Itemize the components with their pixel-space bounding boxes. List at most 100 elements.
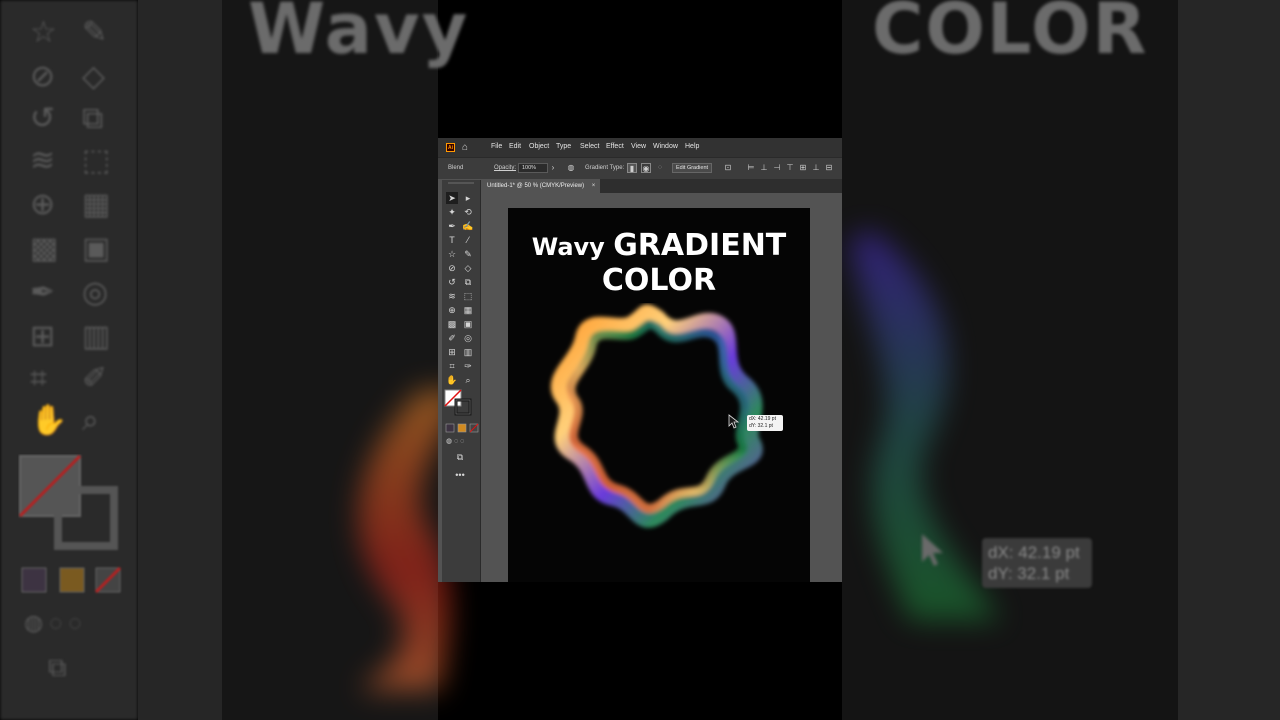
scale-tool-icon[interactable]: ⧉	[462, 276, 474, 288]
bg-panel-right	[1178, 0, 1280, 720]
bg-word-right: COLOR	[872, 0, 1149, 70]
opacity-field[interactable]: 100%	[518, 163, 548, 173]
bg-rotate-icon: ↺	[30, 102, 56, 135]
blob-brush-icon[interactable]: ⊘	[446, 262, 458, 274]
bg-perspective-icon: ▦	[82, 188, 111, 221]
home-icon[interactable]: ⌂	[462, 142, 473, 153]
bg-fill-stroke-icon	[18, 454, 118, 550]
magic-wand-icon[interactable]: ✦	[446, 206, 458, 218]
panel-grip[interactable]	[448, 182, 474, 184]
bg-brush-icon: ✎	[82, 16, 108, 49]
readout-dx: dX: 42.19 pt	[749, 416, 776, 422]
blend-tool-icon[interactable]: ◎	[462, 332, 474, 344]
more-tools-icon[interactable]: •••	[454, 469, 466, 481]
type-tool-icon[interactable]: T	[446, 234, 458, 246]
direct-selection-tool-icon[interactable]: ▸	[462, 192, 474, 204]
curvature-tool-icon[interactable]: ✍	[462, 220, 474, 232]
align-to-icon[interactable]: ⊡	[723, 163, 733, 173]
slice-tool-icon[interactable]: ✑	[462, 360, 474, 372]
screen-mode-icon[interactable]: ⧉	[454, 451, 466, 463]
gradient-tool-icon[interactable]: ▣	[462, 318, 474, 330]
coordinate-readout: dX: 42.19 pt dY: 32.1 pt	[747, 415, 783, 431]
bg-shape-builder-icon: ⊕	[30, 188, 56, 221]
symbol-sprayer-icon[interactable]: ⊞	[446, 346, 458, 358]
graph-tool-icon[interactable]: ▥	[462, 346, 474, 358]
align-bottom-icon[interactable]: ⊥	[811, 163, 821, 173]
align-top-icon[interactable]: ⊤	[785, 163, 795, 173]
recolor-icon[interactable]: ◍	[566, 163, 576, 173]
eraser-icon[interactable]: ◇	[462, 262, 474, 274]
color-mode-icons[interactable]	[445, 423, 479, 435]
lasso-icon[interactable]: ⟲	[462, 206, 474, 218]
headline-gradient-color: GRADIENT COLOR	[601, 228, 787, 298]
align-center-icon[interactable]: ⊥	[759, 163, 769, 173]
edit-gradient-button[interactable]: Edit Gradient	[672, 163, 712, 173]
menu-edit[interactable]: Edit	[509, 143, 521, 150]
mesh-tool-icon[interactable]: ▩	[446, 318, 458, 330]
bg-coordinate-readout: dX: 42.19 pt dY: 32.1 pt	[982, 538, 1092, 588]
hand-tool-icon[interactable]: ✋	[446, 374, 458, 386]
close-tab-icon[interactable]: ×	[592, 183, 596, 189]
linear-gradient-icon[interactable]: ▮	[627, 163, 637, 173]
artboard-tool-icon[interactable]: ⌗	[446, 360, 458, 372]
artboard[interactable]: Wavy GRADIENT COLOR	[508, 208, 810, 582]
free-transform-icon[interactable]: ⬚	[462, 290, 474, 302]
perspective-grid-icon[interactable]: ▦	[462, 304, 474, 316]
star-tool-icon[interactable]: ☆	[446, 248, 458, 260]
wavy-gradient-ring[interactable]	[538, 303, 778, 533]
align-middle-icon[interactable]: ⊞	[798, 163, 808, 173]
align-left-icon[interactable]: ⊨	[746, 163, 756, 173]
zoom-tool-icon[interactable]: ⌕	[462, 374, 474, 386]
radial-gradient-icon[interactable]: ◉	[641, 163, 651, 173]
bg-panel	[138, 0, 222, 720]
bg-cursor-icon	[922, 534, 943, 566]
bg-readout-dy: dY: 32.1 pt	[988, 564, 1070, 583]
shape-builder-icon[interactable]: ⊕	[446, 304, 458, 316]
menu-select[interactable]: Select	[580, 143, 599, 150]
readout-dy: dY: 32.1 pt	[749, 423, 773, 429]
align-right-icon[interactable]: ⊣	[772, 163, 782, 173]
headline-wavy: Wavy	[531, 233, 614, 261]
document-tab-bar: Untitled-1* @ 50 % (CMYK/Preview) ×	[482, 179, 842, 193]
gradient-type-label: Gradient Type:	[585, 165, 625, 171]
draw-mode-icons[interactable]: ◍ ◌ ◌	[446, 436, 476, 448]
bg-blend-icon: ◎	[82, 276, 109, 309]
menu-window[interactable]: Window	[653, 143, 678, 150]
freeform-gradient-icon[interactable]: ⁘	[655, 163, 665, 173]
document-title: Untitled-1* @ 50 % (CMYK/Preview)	[487, 183, 585, 189]
eyedropper-icon[interactable]: ✐	[446, 332, 458, 344]
cursor-icon	[728, 414, 740, 429]
selection-tool-icon[interactable]: ➤	[446, 192, 458, 204]
document-tab[interactable]: Untitled-1* @ 50 % (CMYK/Preview) ×	[482, 179, 601, 193]
paintbrush-icon[interactable]: ✎	[462, 248, 474, 260]
bg-readout-dx: dX: 42.19 pt	[988, 543, 1080, 562]
bg-eyedropper-icon: ✒	[30, 276, 56, 309]
fill-stroke-icon[interactable]	[444, 389, 478, 419]
bg-graph-icon: ▥	[82, 320, 111, 353]
bg-symbol-sprayer-icon: ⊞	[30, 320, 56, 353]
opacity-arrow-icon[interactable]: ›	[548, 163, 558, 173]
bg-star-icon: ☆	[30, 16, 57, 49]
menu-help[interactable]: Help	[685, 143, 699, 150]
control-bar: Blend Opacity: 100% › ◍ Gradient Type: ▮…	[438, 157, 842, 179]
illustrator-window: Ai ⌂ File Edit Object Type Select Effect…	[438, 138, 842, 582]
bg-word-left: Wavy	[248, 0, 470, 70]
menu-effect[interactable]: Effect	[606, 143, 624, 150]
bg-blob-icon: ⊘	[30, 60, 56, 93]
opacity-label[interactable]: Opacity:	[494, 165, 516, 171]
bg-eraser-icon: ◇	[82, 60, 106, 93]
bg-free-transform-icon: ⬚	[82, 144, 111, 177]
pen-tool-icon[interactable]: ✒	[446, 220, 458, 232]
tools-panel: ➤ ▸ ✦ ⟲ ✒ ✍ T ⁄ ☆ ✎ ⊘ ◇ ↺ ⧉ ≋ ⬚ ⊕ ▦ ▩ ▣ …	[442, 180, 481, 582]
menu-type[interactable]: Type	[556, 143, 571, 150]
bg-gradient-icon: ▣	[82, 232, 111, 265]
rotate-tool-icon[interactable]: ↺	[446, 276, 458, 288]
app-logo: Ai	[446, 143, 455, 152]
line-tool-icon[interactable]: ⁄	[462, 234, 474, 246]
menu-bar: Ai ⌂ File Edit Object Type Select Effect…	[438, 138, 842, 157]
menu-object[interactable]: Object	[529, 143, 549, 150]
menu-view[interactable]: View	[631, 143, 646, 150]
distribute-icon[interactable]: ⊟	[824, 163, 834, 173]
menu-file[interactable]: File	[491, 143, 502, 150]
warp-tool-icon[interactable]: ≋	[446, 290, 458, 302]
